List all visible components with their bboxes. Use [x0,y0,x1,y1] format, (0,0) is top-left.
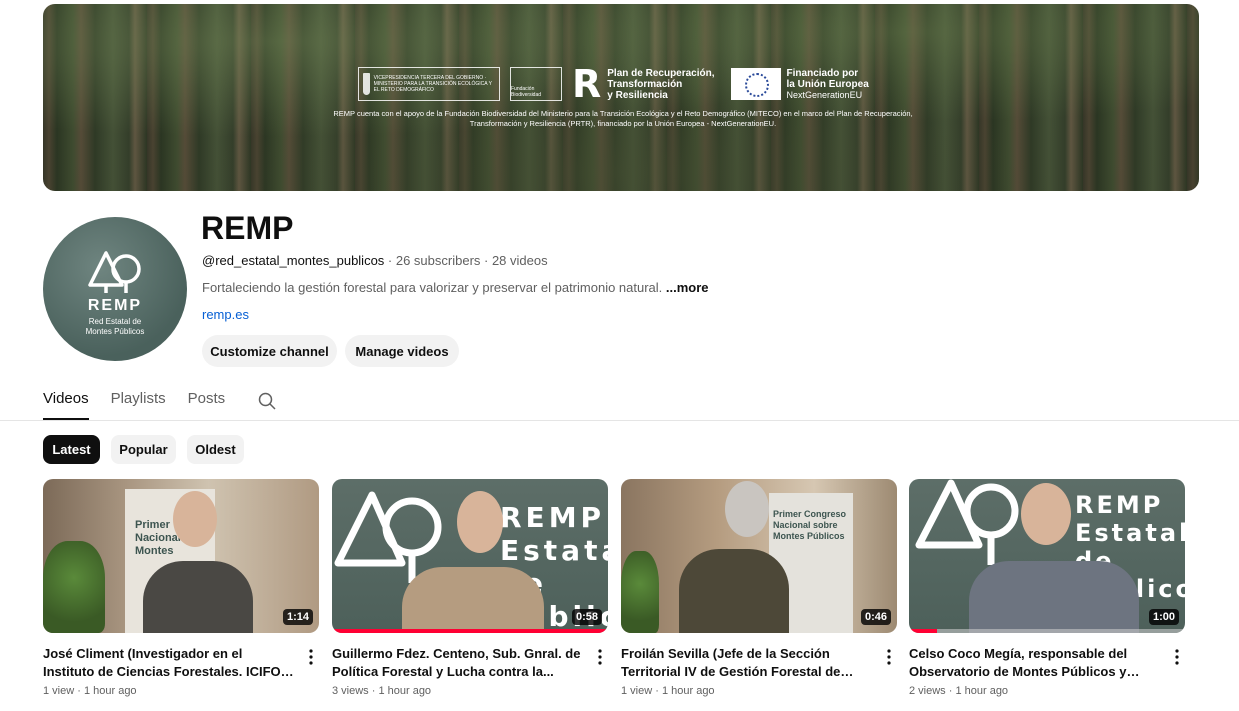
avatar-subtitle: Red Estatal de Montes Públicos [85,317,145,336]
chip-oldest[interactable]: Oldest [187,435,244,464]
channel-title: REMP [201,210,294,246]
eu-flag-icon [730,68,781,100]
banner-disclaimer: REMP cuenta con el apoyo de la Fundación… [333,109,913,128]
video-thumbnail[interactable]: Primer Nacional Montes 1:14 [43,479,319,633]
description-more-link[interactable]: ...more [666,280,709,295]
person-body [679,549,789,633]
eu-logo: Financiado por la Unión Europea NextGene… [730,68,869,101]
channel-description[interactable]: Fortaleciendo la gestión forestal para v… [202,280,709,295]
prtr-logo: R Plan de Recuperación, Transformación y… [572,62,715,106]
chip-latest[interactable]: Latest [43,435,100,464]
person-head [457,491,503,553]
customize-channel-button[interactable]: Customize channel [202,335,337,367]
video-thumbnail[interactable]: REMP Estatal de Públicos 0:58 [332,479,608,633]
video-card[interactable]: REMP Estatal de Públicos 0:58 Guillermo … [332,479,608,697]
tabs-divider [0,420,1239,421]
video-duration: 0:58 [571,609,602,625]
plant-image [621,551,659,633]
video-thumbnail[interactable]: Primer Congreso Nacional sobre Montes Pú… [621,479,897,633]
more-actions-icon[interactable] [303,645,319,669]
channel-meta: @red_estatal_montes_publicos · 26 subscr… [202,253,548,268]
more-actions-icon[interactable] [881,645,897,669]
person-body [143,561,253,633]
video-title[interactable]: Guillermo Fdez. Centeno, Sub. Gnral. de … [332,645,584,681]
video-title[interactable]: Froilán Sevilla (Jefe de la Sección Terr… [621,645,873,681]
more-actions-icon[interactable] [592,645,608,669]
fundacion-biodiversidad-logo: Fundación Biodiversidad [510,67,562,101]
video-meta: 1 view · 1 hour ago [43,685,137,697]
person-head [1021,483,1071,545]
thumb-event-text: Primer Congreso Nacional sobre Montes Pú… [773,509,847,541]
video-duration: 1:00 [1148,609,1179,625]
channel-banner: VICEPRESIDENCIA TERCERA DEL GOBIERNO · M… [43,4,1199,191]
video-card[interactable]: Primer Nacional Montes 1:14 José Climent… [43,479,319,697]
tab-videos[interactable]: Videos [43,384,89,420]
video-thumbnail[interactable]: REMP Estatal de Públicos 1:00 [909,479,1185,633]
video-title[interactable]: Celso Coco Megía, responsable del Observ… [909,645,1161,681]
channel-avatar[interactable]: REMP Red Estatal de Montes Públicos [43,217,187,361]
person-body [402,567,544,633]
prtr-r-icon: R [572,62,602,106]
avatar-name: REMP [87,297,143,314]
remp-tree-logo-icon [88,251,141,293]
more-actions-icon[interactable] [1169,645,1185,669]
watch-progress-track [909,629,1185,633]
remp-tree-logo-icon [915,479,1019,565]
chip-popular[interactable]: Popular [111,435,176,464]
thumb-event-text: Primer Nacional Montes [135,519,181,557]
video-title[interactable]: José Climent (Investigador en el Institu… [43,645,295,681]
video-meta: 3 views · 1 hour ago [332,685,432,697]
person-head [725,481,769,537]
channel-stats: · 26 subscribers · 28 videos [384,253,548,268]
person-body [969,561,1139,633]
video-duration: 0:46 [860,609,891,625]
video-meta: 1 view · 1 hour ago [621,685,715,697]
video-card[interactable]: REMP Estatal de Públicos 1:00 Celso Coco… [909,479,1185,697]
channel-website-link[interactable]: remp.es [202,307,249,322]
tab-posts[interactable]: Posts [188,384,226,420]
gobierno-logo: VICEPRESIDENCIA TERCERA DEL GOBIERNO · M… [358,67,500,101]
channel-tabs: Videos Playlists Posts [43,384,247,420]
video-card[interactable]: Primer Congreso Nacional sobre Montes Pú… [621,479,897,697]
tab-playlists[interactable]: Playlists [111,384,166,420]
watch-progress-bar [909,629,937,633]
watch-progress-bar [332,629,608,633]
person-head [173,491,217,547]
gov-text: VICEPRESIDENCIA TERCERA DEL GOBIERNO · M… [373,75,492,93]
search-icon[interactable] [258,392,276,415]
channel-handle: @red_estatal_montes_publicos [202,253,385,268]
video-duration: 1:14 [282,609,313,625]
manage-videos-button[interactable]: Manage videos [345,335,459,367]
coat-of-arms-icon [363,73,370,95]
banner-logos: VICEPRESIDENCIA TERCERA DEL GOBIERNO · M… [358,62,888,106]
plant-image [43,541,105,633]
video-meta: 2 views · 1 hour ago [909,685,1009,697]
